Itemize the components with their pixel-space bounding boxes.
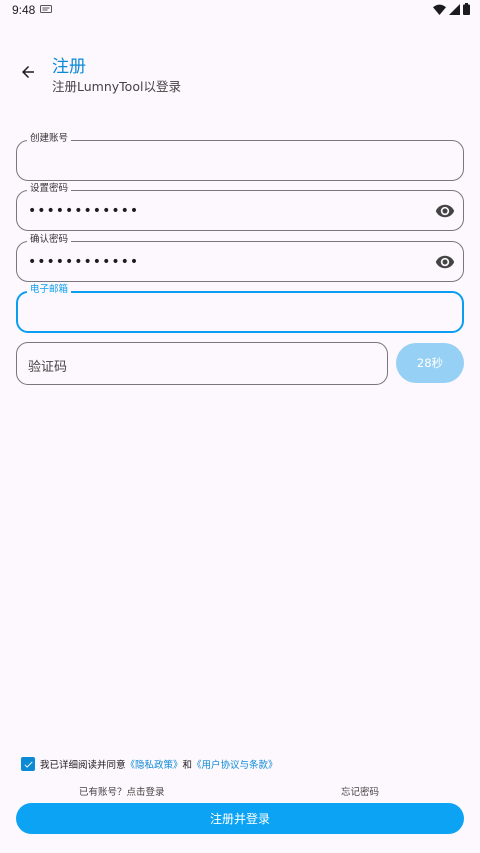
status-time: 9:48 xyxy=(12,3,36,17)
username-label: 创建账号 xyxy=(27,133,72,145)
agreement-prefix: 我已详细阅读并同意 xyxy=(40,760,126,771)
signal-icon xyxy=(449,3,460,15)
back-button[interactable] xyxy=(16,60,40,84)
battery-icon xyxy=(463,3,470,15)
privacy-policy-link[interactable]: 《隐私政策》 xyxy=(126,757,183,771)
username-field[interactable]: 创建账号 xyxy=(16,133,464,181)
confirm-password-value: •••••••••••• xyxy=(28,254,140,270)
confirm-password-label: 确认密码 xyxy=(27,234,72,246)
email-label: 电子邮箱 xyxy=(27,284,72,296)
arrow-back-icon xyxy=(22,66,34,78)
resend-code-button[interactable]: 28秒 xyxy=(396,343,464,383)
agreement-joiner: 和 xyxy=(182,760,193,771)
confirm-password-field[interactable]: 确认密码 •••••••••••• xyxy=(16,234,464,282)
agreement-checkbox[interactable] xyxy=(21,757,35,771)
page-subtitle: 注册LumnyTool以登录 xyxy=(52,79,181,94)
visibility-icon[interactable] xyxy=(435,201,455,221)
status-icons xyxy=(433,3,470,15)
forgot-password-link[interactable]: 忘记密码 xyxy=(341,784,379,798)
check-icon xyxy=(24,761,33,768)
agreement-row: 我已详细阅读并同意 《隐私政策》 和 《用户协议与条款》 xyxy=(21,757,278,771)
verification-code-field[interactable]: 验证码 xyxy=(16,342,388,385)
verification-code-placeholder: 验证码 xyxy=(28,360,68,375)
email-field[interactable]: 电子邮箱 xyxy=(16,284,464,333)
login-link[interactable]: 已有账号？点击登录 xyxy=(79,784,165,798)
page-title: 注册 xyxy=(52,57,86,77)
visibility-icon[interactable] xyxy=(435,252,455,272)
wifi-icon xyxy=(433,4,446,15)
password-label: 设置密码 xyxy=(27,183,72,195)
notification-icon xyxy=(40,5,52,13)
terms-link[interactable]: 《用户协议与条款》 xyxy=(192,757,278,771)
password-value: •••••••••••• xyxy=(28,203,140,219)
register-and-login-button[interactable]: 注册并登录 xyxy=(16,803,464,834)
password-field[interactable]: 设置密码 •••••••••••• xyxy=(16,183,464,231)
status-bar: 9:48 xyxy=(0,0,480,20)
